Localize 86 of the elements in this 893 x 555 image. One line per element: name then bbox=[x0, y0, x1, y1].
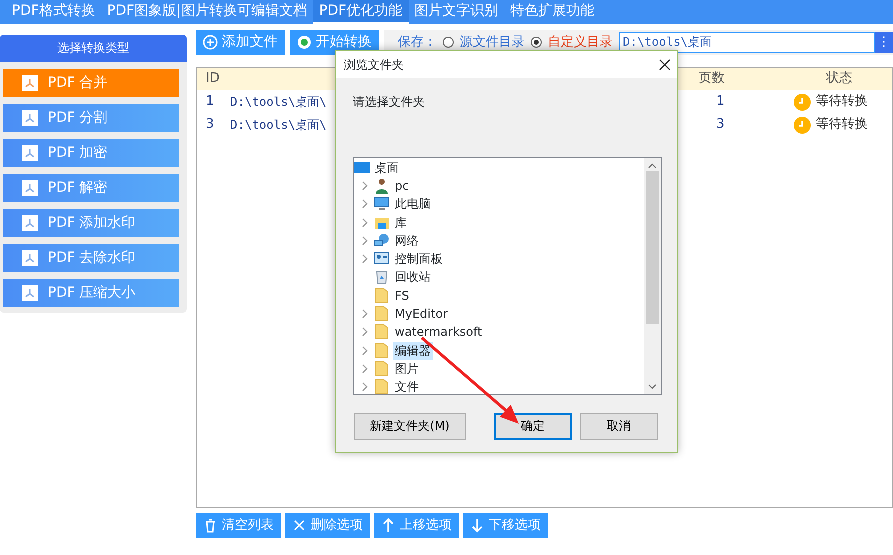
chevron-down-icon bbox=[648, 384, 657, 390]
radio-dot-icon bbox=[297, 35, 312, 50]
nav-tab[interactable]: PDF格式转换 bbox=[6, 0, 102, 24]
sidebar-item[interactable]: PDF 加密 bbox=[3, 139, 179, 167]
sidebar-item[interactable]: PDF 解密 bbox=[3, 174, 179, 202]
sidebar-item[interactable]: PDF 分割 bbox=[3, 104, 179, 132]
nav-tab[interactable]: PDF优化功能 bbox=[313, 0, 409, 24]
pdf-icon bbox=[22, 250, 38, 266]
tree-item[interactable]: FS bbox=[393, 286, 412, 305]
close-icon bbox=[292, 518, 307, 533]
tree-item[interactable]: pc bbox=[393, 176, 412, 195]
radio-button[interactable] bbox=[531, 37, 542, 48]
prompt-text: 请选择文件夹 bbox=[353, 94, 425, 111]
dialog-button[interactable]: 取消 bbox=[580, 412, 658, 440]
folder-icon bbox=[374, 360, 390, 377]
tree-item[interactable]: 此电脑 bbox=[393, 195, 433, 214]
nav-tab[interactable]: 特色扩展功能 bbox=[504, 0, 601, 24]
clear-button[interactable]: 清空列表 bbox=[196, 513, 281, 538]
radio-button[interactable] bbox=[443, 37, 454, 48]
tree-item[interactable]: watermarksoft bbox=[393, 323, 484, 342]
tree-item[interactable]: 库 bbox=[393, 214, 409, 232]
sidebar-header: 选择转换类型 bbox=[0, 35, 187, 62]
close-icon bbox=[659, 58, 671, 70]
clock-icon bbox=[794, 94, 811, 110]
table-cell: D:\tools\桌面\ bbox=[230, 118, 327, 132]
tree-item[interactable]: 图片 bbox=[393, 360, 421, 378]
folder-icon bbox=[374, 306, 390, 322]
column-header: 状态 bbox=[825, 70, 854, 88]
dialog-button[interactable]: 新建文件夹(M) bbox=[354, 412, 466, 440]
folder-icon bbox=[374, 288, 390, 304]
up-button[interactable]: 上移选项 bbox=[374, 513, 459, 538]
table-cell-text: 1 bbox=[205, 93, 216, 112]
nav-tab[interactable]: 图片文字识别 bbox=[408, 0, 505, 24]
dialog-button[interactable]: 确定 bbox=[494, 412, 572, 440]
sidebar-item[interactable]: PDF 压缩大小 bbox=[3, 279, 179, 307]
folder-icon bbox=[374, 379, 390, 394]
table-cell-text: 3 bbox=[205, 116, 216, 134]
sidebar-item[interactable]: PDF 合并 bbox=[3, 69, 179, 97]
tree-item[interactable]: 编辑器 bbox=[393, 342, 433, 360]
scrollbar[interactable] bbox=[644, 158, 661, 394]
folder-icon bbox=[374, 324, 390, 340]
network-icon bbox=[374, 232, 390, 249]
table-cell-text: 1 bbox=[715, 93, 726, 112]
user-icon bbox=[374, 178, 390, 194]
chevron-up-icon bbox=[648, 162, 657, 168]
delete-button[interactable]: 删除选项 bbox=[285, 513, 370, 538]
pdf-icon bbox=[22, 215, 38, 231]
column-header: ID bbox=[205, 70, 221, 88]
tree-item[interactable]: 文件 bbox=[393, 378, 421, 394]
desktop-icon bbox=[354, 160, 370, 176]
status-text: 等待转换 bbox=[816, 93, 868, 112]
tree-item[interactable]: 回收站 bbox=[393, 268, 433, 286]
add-file-button[interactable]: 添加文件 bbox=[196, 30, 285, 55]
down-button[interactable]: 下移选项 bbox=[463, 513, 548, 538]
pdf-icon bbox=[22, 180, 38, 196]
arrow-up-icon bbox=[381, 518, 396, 533]
plus-circle-icon bbox=[203, 35, 218, 50]
pdf-icon bbox=[22, 285, 38, 301]
monitor-icon bbox=[374, 196, 390, 212]
tree-item[interactable]: 控制面板 bbox=[393, 250, 445, 268]
nav-tab[interactable]: PDF图象版|图片转换可编辑文档 bbox=[101, 0, 314, 24]
control-panel-icon bbox=[374, 251, 390, 268]
pdf-icon bbox=[22, 145, 38, 161]
folder-icon bbox=[374, 342, 390, 359]
browse-button[interactable]: ⋮ bbox=[875, 32, 893, 53]
arrow-down-icon bbox=[470, 518, 485, 533]
start-button[interactable]: 开始转换 bbox=[290, 30, 379, 55]
sidebar-item[interactable]: PDF 添加水印 bbox=[3, 209, 179, 237]
pdf-icon bbox=[22, 75, 38, 91]
pdf-icon bbox=[22, 110, 38, 126]
dialog-title: 浏览文件夹 bbox=[344, 56, 404, 74]
trash-icon bbox=[203, 518, 218, 533]
table-cell-text: 3 bbox=[715, 116, 726, 134]
radio-label: 源文件目录 bbox=[460, 34, 525, 52]
radio-label: 自定义目录 bbox=[548, 34, 613, 52]
tree-item[interactable]: 桌面 bbox=[373, 158, 401, 177]
status-text: 等待转换 bbox=[816, 116, 868, 134]
sidebar-item[interactable]: PDF 去除水印 bbox=[3, 244, 179, 272]
table-cell: D:\tools\桌面\ bbox=[230, 95, 327, 109]
column-header: 页数 bbox=[698, 70, 726, 88]
tree-item[interactable]: MyEditor bbox=[393, 305, 450, 324]
path-field[interactable]: D:\tools\桌面 bbox=[619, 32, 875, 53]
save-label: 保存： bbox=[398, 34, 437, 52]
recycle-bin-icon bbox=[374, 269, 390, 286]
tree-item[interactable]: 网络 bbox=[393, 232, 421, 250]
clock-icon bbox=[794, 116, 811, 134]
